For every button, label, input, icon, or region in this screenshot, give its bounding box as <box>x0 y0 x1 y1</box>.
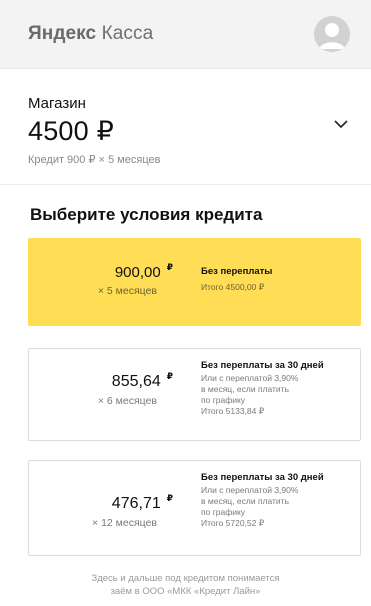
conditions-title: Выберите условия кредита <box>30 205 263 224</box>
option-amount-wrap: 855,64 ₽ <box>111 371 173 391</box>
user-avatar-icon[interactable] <box>314 16 350 52</box>
option-total: Итого 5720,52 ₽ <box>201 518 265 528</box>
option-description: Или с переплатой 3,90% в месяц, если пла… <box>201 485 360 518</box>
option-amount: 900,00 <box>114 264 161 281</box>
chevron-down-icon[interactable] <box>333 116 349 132</box>
option-description-line: по графику <box>201 507 246 517</box>
ruble-icon: ₽ <box>166 262 173 272</box>
option-description-line: в месяц, если платить <box>201 496 290 506</box>
legal-footer: Здесь и дальше под кредитом понимается з… <box>0 572 371 598</box>
option-title: Без переплаты за 30 дней <box>201 360 324 371</box>
option-amount-wrap: 476,71 ₽ <box>111 493 173 513</box>
order-amount: 4500 ₽ <box>28 116 114 146</box>
shop-label: Магазин <box>28 95 86 112</box>
option-months: × 6 месяцев <box>97 395 157 407</box>
option-amount: 476,71 <box>111 495 161 512</box>
credit-option-5-months[interactable]: 900,00 ₽ × 5 месяцев Без переплаты Итого… <box>28 238 361 326</box>
option-description: Или с переплатой 3,90% в месяц, если пла… <box>201 373 360 406</box>
option-months: × 5 месяцев <box>97 285 157 297</box>
option-description-line: по графику <box>201 395 246 405</box>
brand-bold: Яндекс <box>28 23 97 44</box>
header: Яндекс Касса <box>0 0 371 69</box>
option-title: Без переплаты за 30 дней <box>201 472 324 483</box>
ruble-icon: ₽ <box>166 493 173 503</box>
credit-summary: Кредит 900 ₽ × 5 месяцев <box>28 154 161 166</box>
option-total: Итого 5133,84 ₽ <box>201 406 265 416</box>
option-description-line: Или с переплатой 3,90% <box>201 373 299 383</box>
order-summary[interactable]: Магазин 4500 ₽ Кредит 900 ₽ × 5 месяцев <box>0 69 371 185</box>
option-left: 476,71 ₽ × 12 месяцев <box>29 461 181 555</box>
option-left: 900,00 ₽ × 5 месяцев <box>29 239 181 325</box>
option-description-line: Или с переплатой 3,90% <box>201 485 299 495</box>
credit-option-12-months[interactable]: 476,71 ₽ × 12 месяцев Без переплаты за 3… <box>28 460 361 556</box>
user-avatar-svg <box>314 16 350 52</box>
yandex-kassa-credit-page: Яндекс Касса Магазин 4500 ₽ Кредит 900 ₽… <box>0 0 371 606</box>
credit-conditions: Выберите условия кредита 900,00 ₽ × 5 ме… <box>0 185 371 556</box>
option-months: × 12 месяцев <box>92 517 157 529</box>
option-title: Без переплаты <box>201 266 273 277</box>
option-description-line: в месяц, если платить <box>201 384 290 394</box>
ruble-icon: ₽ <box>166 371 173 381</box>
option-left: 855,64 ₽ × 6 месяцев <box>29 349 181 440</box>
option-right: Без переплаты за 30 дней Или с переплато… <box>181 461 360 555</box>
footer-line: Здесь и дальше под кредитом понимается <box>91 573 280 584</box>
footer-line: заём в ООО «МКК «Кредит Лайн» <box>110 586 261 597</box>
option-amount-wrap: 900,00 ₽ <box>114 262 173 281</box>
option-amount: 855,64 <box>111 373 161 390</box>
option-right: Без переплаты Итого 4500,00 ₽ <box>181 239 360 325</box>
option-total: Итого 4500,00 ₽ <box>201 282 265 292</box>
brand-logo: Яндекс Касса <box>28 23 153 45</box>
brand-regular: Касса <box>101 23 154 44</box>
credit-option-6-months[interactable]: 855,64 ₽ × 6 месяцев Без переплаты за 30… <box>28 348 361 441</box>
option-right: Без переплаты за 30 дней Или с переплато… <box>181 349 360 440</box>
